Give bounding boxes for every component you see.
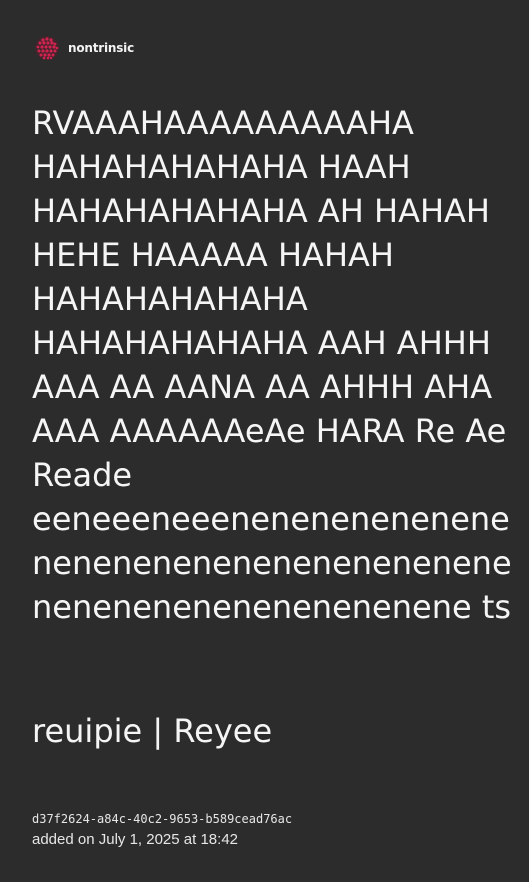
quote-attribution: reuipie | Reyee [32, 712, 273, 750]
brand-name: nontrinsic [68, 41, 135, 55]
quote-uuid: d37f2624-a84c-40c2-9653-b589cead76ac [32, 812, 293, 826]
brand-header[interactable]: nontrinsic [34, 35, 134, 61]
brand-logo-icon [35, 36, 59, 60]
added-timestamp: added on July 1, 2025 at 18:42 [32, 831, 239, 848]
quote-text: RVAAAHAAAAAAAAAHA HAHAHAHAHAHA HAAH HAHA… [32, 104, 512, 626]
